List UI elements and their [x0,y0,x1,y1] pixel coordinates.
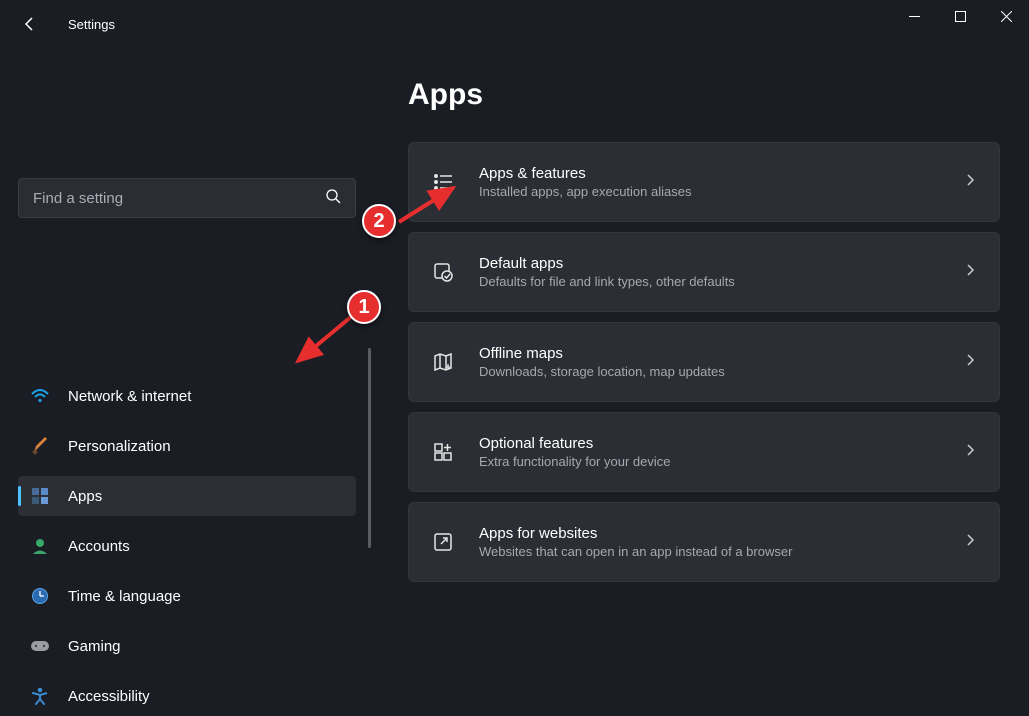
page-title: Apps [408,78,1000,112]
chevron-right-icon [963,443,977,462]
sidebar-item-label: Apps [68,488,102,505]
chevron-right-icon [963,263,977,282]
list-icon [431,170,455,194]
sidebar-item-label: Time & language [68,588,181,605]
sidebar-item-label: Gaming [68,638,121,655]
back-button[interactable] [20,14,40,34]
arrow-left-icon [22,16,38,32]
card-apps-for-websites[interactable]: Apps for websites Websites that can open… [408,502,1000,582]
close-button[interactable] [983,0,1029,32]
card-title: Offline maps [479,345,963,362]
card-subtitle: Websites that can open in an app instead… [479,544,963,559]
gamepad-icon [30,636,50,656]
card-subtitle: Extra functionality for your device [479,454,963,469]
search-box[interactable] [18,178,356,218]
sidebar: Network & internet Personalization Apps … [0,48,370,597]
main-area: Apps Apps & features Installed apps, app… [370,48,1029,597]
maximize-button[interactable] [937,0,983,32]
nav: Network & internet Personalization Apps … [18,376,354,716]
card-subtitle: Defaults for file and link types, other … [479,274,963,289]
sidebar-item-personalization[interactable]: Personalization [18,426,356,466]
person-icon [30,536,50,556]
sidebar-scrollbar[interactable] [368,348,371,548]
chevron-right-icon [963,533,977,552]
sidebar-item-network[interactable]: Network & internet [18,376,356,416]
clock-globe-icon [30,586,50,606]
sidebar-item-label: Accounts [68,538,130,555]
sidebar-item-accounts[interactable]: Accounts [18,526,356,566]
card-list: Apps & features Installed apps, app exec… [408,142,1000,582]
card-subtitle: Installed apps, app execution aliases [479,184,963,199]
card-optional-features[interactable]: Optional features Extra functionality fo… [408,412,1000,492]
card-title: Optional features [479,435,963,452]
map-icon [431,350,455,374]
search-input[interactable] [33,190,325,207]
accessibility-icon [30,686,50,706]
titlebar: Settings [0,0,1029,48]
sidebar-item-apps[interactable]: Apps [18,476,356,516]
minimize-icon [909,11,920,22]
maximize-icon [955,11,966,22]
card-title: Apps for websites [479,525,963,542]
card-default-apps[interactable]: Default apps Defaults for file and link … [408,232,1000,312]
card-subtitle: Downloads, storage location, map updates [479,364,963,379]
app-title: Settings [68,17,115,32]
card-title: Default apps [479,255,963,272]
annotation-marker-1: 1 [347,290,381,324]
annotation-marker-2: 2 [362,204,396,238]
window-controls [891,0,1029,32]
sidebar-item-label: Personalization [68,438,171,455]
wifi-icon [30,386,50,406]
card-apps-features[interactable]: Apps & features Installed apps, app exec… [408,142,1000,222]
apps-icon [30,486,50,506]
chevron-right-icon [963,353,977,372]
search-icon [325,188,341,209]
close-icon [1001,11,1012,22]
minimize-button[interactable] [891,0,937,32]
brush-icon [30,436,50,456]
sidebar-item-label: Accessibility [68,688,150,705]
sidebar-item-time-language[interactable]: Time & language [18,576,356,616]
card-offline-maps[interactable]: Offline maps Downloads, storage location… [408,322,1000,402]
default-apps-icon [431,260,455,284]
sidebar-item-gaming[interactable]: Gaming [18,626,356,666]
sidebar-item-accessibility[interactable]: Accessibility [18,676,356,716]
card-title: Apps & features [479,165,963,182]
open-external-icon [431,530,455,554]
sidebar-item-label: Network & internet [68,388,191,405]
chevron-right-icon [963,173,977,192]
grid-plus-icon [431,440,455,464]
